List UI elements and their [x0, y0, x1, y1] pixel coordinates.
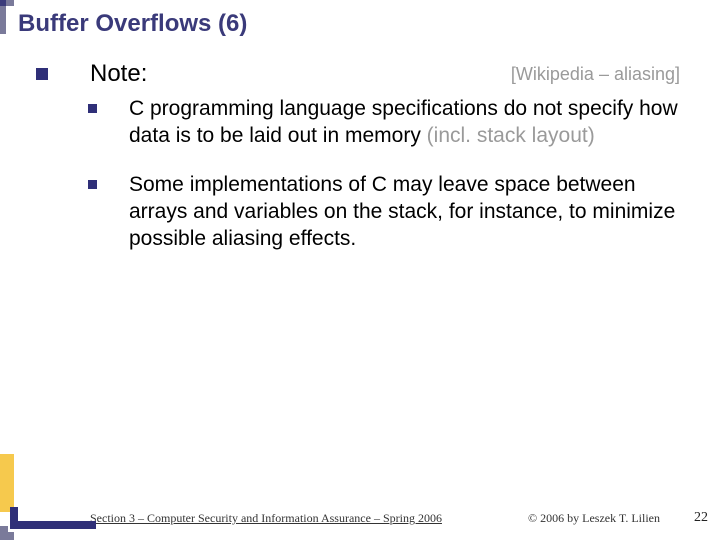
note-row: Note: [Wikipedia – aliasing]	[0, 60, 720, 88]
note-label: Note:	[90, 60, 147, 88]
footer-right: © 2006 by Leszek T. Lilien	[528, 511, 660, 526]
slide: Buffer Overflows (6) Note: [Wikipedia – …	[0, 0, 720, 540]
bullet-icon	[88, 180, 97, 189]
bullet-list: C programming language specifications do…	[0, 96, 680, 274]
decoration-sw-yellow	[0, 454, 14, 512]
decoration-nw-dot	[0, 0, 6, 6]
list-item: C programming language specifications do…	[0, 96, 680, 150]
decoration-sw-navy-h	[10, 521, 96, 529]
bullet-icon	[36, 68, 48, 80]
text-muted: (incl. stack layout)	[427, 124, 595, 147]
page-number: 22	[694, 510, 708, 526]
note-source: [Wikipedia – aliasing]	[511, 64, 680, 85]
slide-title: Buffer Overflows (6)	[18, 10, 247, 38]
text-main: Some implementations of C may leave spac…	[129, 173, 675, 250]
text-main: C programming language specifications do…	[129, 97, 678, 147]
list-item-text: C programming language specifications do…	[129, 96, 680, 150]
footer-left: Section 3 – Computer Security and Inform…	[90, 511, 442, 526]
list-item: Some implementations of C may leave spac…	[0, 172, 680, 253]
list-item-text: Some implementations of C may leave spac…	[129, 172, 680, 253]
decoration-sw-gray-h	[0, 532, 14, 540]
bullet-icon	[88, 104, 97, 113]
